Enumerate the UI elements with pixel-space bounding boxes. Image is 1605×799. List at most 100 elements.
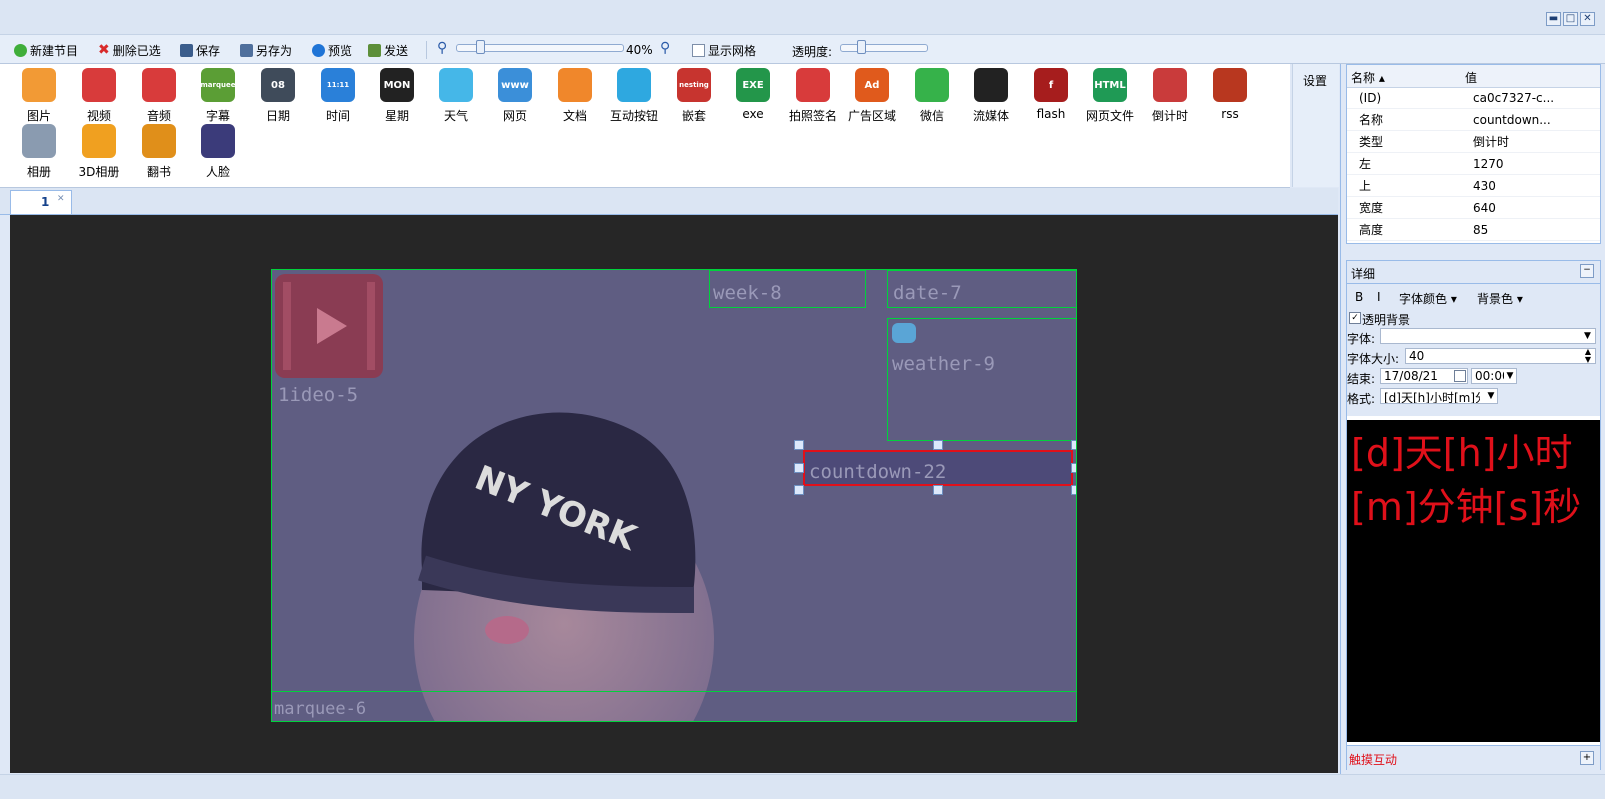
property-row[interactable]: 名称 countdown... xyxy=(1347,108,1600,131)
palette-item-exe[interactable]: EXE exe xyxy=(728,68,778,124)
stepper-arrows-icon[interactable]: ▲ ▼ xyxy=(1582,348,1594,364)
palette-item-stream[interactable]: 流媒体 xyxy=(966,68,1016,124)
palette-item-face[interactable]: 人脸 xyxy=(193,124,243,180)
palette-item-picture[interactable]: 图片 xyxy=(14,68,64,124)
weather-region[interactable]: weather-9 xyxy=(887,318,1076,441)
show-grid-toggle[interactable]: 显示网格 xyxy=(692,42,756,58)
palette-item-gallery[interactable]: 相册 xyxy=(14,124,64,180)
tab-program-1[interactable]: 1 ✕ xyxy=(10,190,72,214)
palette-item-label: 网页文件 xyxy=(1085,109,1134,123)
property-value[interactable]: 640 xyxy=(1469,196,1600,219)
collapse-icon[interactable]: − xyxy=(1580,264,1594,278)
transparent-bg-checkbox[interactable]: ✓ xyxy=(1349,312,1361,324)
property-value[interactable]: countdown... xyxy=(1469,108,1600,131)
chevron-down-icon[interactable]: ▼ xyxy=(1581,329,1594,343)
property-value[interactable]: 85 xyxy=(1469,218,1600,241)
show-grid-checkbox[interactable] xyxy=(692,43,705,57)
palette-item-html-file[interactable]: HTML 网页文件 xyxy=(1085,68,1135,124)
week-region[interactable]: week-8 xyxy=(709,270,866,308)
palette-item-video[interactable]: 视频 xyxy=(74,68,124,124)
resize-handle-sw[interactable] xyxy=(794,485,804,495)
palette-item-ad[interactable]: Ad 广告区域 xyxy=(847,68,897,124)
palette-item-nesting[interactable]: nesting 嵌套 xyxy=(669,68,719,124)
resize-handle-ne[interactable] xyxy=(1071,440,1076,450)
minimize-button[interactable]: ▬ xyxy=(1546,12,1561,26)
property-row[interactable]: (ID) ca0c7327-c... xyxy=(1347,87,1600,109)
background-color-dropdown[interactable]: 背景色 ▾ xyxy=(1477,290,1523,307)
close-button[interactable]: ✕ xyxy=(1580,12,1595,26)
palette-item-calendar[interactable]: 08 日期 xyxy=(253,68,303,124)
marquee-region[interactable]: marquee-6 xyxy=(272,691,1076,721)
resize-handle-se[interactable] xyxy=(1071,485,1076,495)
program-stage[interactable]: NY YORK 1ideo-5 week-8 date-7 weather-9 … xyxy=(272,270,1076,721)
palette-item-web[interactable]: www 网页 xyxy=(490,68,540,124)
date-region[interactable]: date-7 xyxy=(887,270,1076,308)
palette-item-3d-gallery[interactable]: 3D相册 xyxy=(74,124,124,180)
clock-icon: 11:11 xyxy=(321,68,355,102)
palette-item-week[interactable]: MON 星期 xyxy=(372,68,422,124)
zoom-out-icon[interactable]: ⚲ xyxy=(437,40,447,56)
save-icon xyxy=(180,43,193,57)
end-date-field[interactable]: 17/08/21 xyxy=(1380,368,1468,384)
value-column-header[interactable]: 值 xyxy=(1465,69,1477,86)
calendar-icon[interactable] xyxy=(1454,370,1466,382)
delete-selected-button[interactable]: ✖ 删除已选 xyxy=(98,42,161,58)
palette-item-flipbook[interactable]: 翻书 xyxy=(134,124,184,180)
palette-item-audio[interactable]: 音频 xyxy=(134,68,184,124)
save-button[interactable]: 保存 xyxy=(180,42,220,58)
property-value[interactable]: ca0c7327-c... xyxy=(1469,87,1600,109)
palette-item-camera-sign[interactable]: 拍照签名 xyxy=(788,68,838,124)
chevron-down-icon[interactable]: ▼ xyxy=(1485,389,1497,403)
property-row[interactable]: 宽度 640 xyxy=(1347,196,1600,219)
palette-item-clock[interactable]: 11:11 时间 xyxy=(313,68,363,124)
chevron-down-icon[interactable]: ▼ xyxy=(1504,369,1516,383)
countdown-region[interactable]: countdown-22 xyxy=(803,450,1073,486)
property-row[interactable]: 类型 倒计时 xyxy=(1347,130,1600,153)
resize-handle-nw[interactable] xyxy=(794,440,804,450)
opacity-slider-thumb[interactable] xyxy=(857,40,866,54)
property-row[interactable]: 上 430 xyxy=(1347,174,1600,197)
palette-item-touch-button[interactable]: 互动按钮 xyxy=(609,68,659,124)
palette-item-marquee[interactable]: marquee 字幕 xyxy=(193,68,243,124)
preview-button[interactable]: 预览 xyxy=(312,42,352,58)
settings-label[interactable]: 设置 xyxy=(1303,72,1327,89)
name-column-header[interactable]: 名称 ▴ xyxy=(1351,69,1385,86)
save-as-button[interactable]: 另存为 xyxy=(240,42,292,58)
bold-button[interactable]: B xyxy=(1355,290,1363,304)
palette-item-weather[interactable]: 天气 xyxy=(431,68,481,124)
opacity-slider-track[interactable] xyxy=(840,44,928,52)
property-value[interactable]: 倒计时 xyxy=(1469,130,1600,153)
new-program-button[interactable]: 新建节目 xyxy=(14,42,78,58)
property-value[interactable]: 1270 xyxy=(1469,152,1600,175)
font-select[interactable]: ▼ xyxy=(1380,328,1596,344)
zoom-in-icon[interactable]: ⚲ xyxy=(660,40,670,56)
italic-button[interactable]: I xyxy=(1377,290,1381,304)
property-grid-header: 名称 ▴ 值 xyxy=(1347,65,1600,88)
end-time-field[interactable]: 00:00 ▼ xyxy=(1471,368,1517,384)
zoom-slider-thumb[interactable] xyxy=(476,40,485,54)
palette-item-flash[interactable]: f flash xyxy=(1026,68,1076,124)
palette-item-countdown[interactable]: 倒计时 xyxy=(1145,68,1195,124)
font-label: 字体: xyxy=(1347,332,1376,346)
font-size-stepper[interactable]: 40 ▲ ▼ xyxy=(1405,348,1596,364)
expand-icon[interactable]: + xyxy=(1580,751,1594,765)
property-row[interactable]: 左 1270 xyxy=(1347,152,1600,175)
tab-close-icon[interactable]: ✕ xyxy=(57,194,65,204)
palette-item-document[interactable]: 文档 xyxy=(550,68,600,124)
resize-handle-s[interactable] xyxy=(933,485,943,495)
format-select[interactable]: [d]天[h]小时[m]分钟 ▼ xyxy=(1380,388,1498,404)
send-button[interactable]: 发送 xyxy=(368,42,408,58)
property-value[interactable]: 430 xyxy=(1469,174,1600,197)
video-region[interactable]: 1ideo-5 xyxy=(272,270,387,410)
maximize-button[interactable]: □ xyxy=(1563,12,1578,26)
touch-interaction-header[interactable]: 触摸互动 + xyxy=(1347,745,1600,770)
resize-handle-n[interactable] xyxy=(933,440,943,450)
palette-item-wechat[interactable]: 微信 xyxy=(907,68,957,124)
face-icon xyxy=(201,124,235,158)
window-title-bar: ▬ □ ✕ xyxy=(0,0,1605,35)
font-color-dropdown[interactable]: 字体颜色 ▾ xyxy=(1399,290,1457,307)
resize-handle-e[interactable] xyxy=(1071,463,1076,473)
palette-item-rss[interactable]: rss xyxy=(1205,68,1255,124)
resize-handle-w[interactable] xyxy=(794,463,804,473)
property-row[interactable]: 高度 85 xyxy=(1347,218,1600,241)
